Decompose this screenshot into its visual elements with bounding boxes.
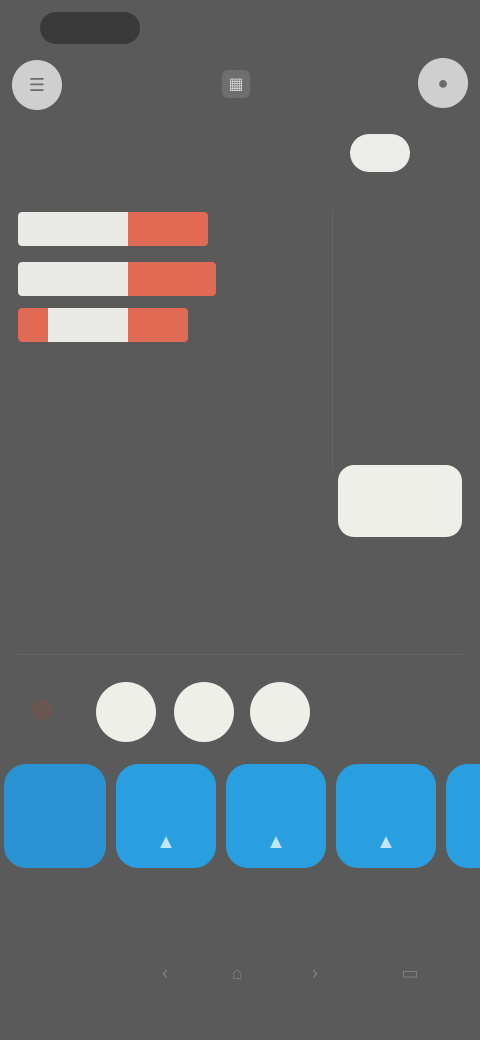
horizontal-divider	[18, 654, 462, 655]
tile-2-icon: ▲	[156, 831, 176, 853]
stat-bar-2-light	[18, 262, 128, 296]
tile-2[interactable]: ▲	[116, 764, 216, 868]
stat-bar-1-red	[128, 212, 208, 246]
tile-4-icon: ▲	[376, 831, 396, 853]
grid-icon[interactable]: ▦	[222, 70, 250, 98]
avatar-1[interactable]	[96, 682, 156, 742]
right-pill-button[interactable]	[350, 134, 410, 172]
avatar-3[interactable]	[250, 682, 310, 742]
stat-bar-1	[18, 212, 218, 246]
nav-back-icon[interactable]: ‹	[150, 958, 180, 988]
stat-bar-3-left	[18, 308, 48, 342]
stat-bar-2	[18, 262, 228, 296]
tile-5[interactable]	[446, 764, 480, 868]
nav-home-icon[interactable]: ⌂	[222, 958, 252, 988]
stat-bar-1-light	[18, 212, 128, 246]
vertical-divider	[332, 210, 333, 470]
menu-icon[interactable]: ☰	[12, 60, 62, 110]
primary-action-button[interactable]	[338, 465, 462, 537]
stat-bar-3-light	[48, 308, 128, 342]
tile-main[interactable]	[4, 764, 106, 868]
stat-bar-3	[18, 308, 198, 342]
nav-tabs-icon[interactable]: ▭	[395, 958, 425, 988]
profile-icon[interactable]: ●	[418, 58, 468, 108]
stat-bar-2-red	[128, 262, 216, 296]
tile-4[interactable]: ▲	[336, 764, 436, 868]
tile-3-icon: ▲	[266, 831, 286, 853]
stat-bar-3-red	[128, 308, 188, 342]
avatar-2[interactable]	[174, 682, 234, 742]
status-dot	[32, 700, 52, 720]
nav-forward-icon[interactable]: ›	[300, 958, 330, 988]
tile-3[interactable]: ▲	[226, 764, 326, 868]
status-bar-pill	[40, 12, 140, 44]
